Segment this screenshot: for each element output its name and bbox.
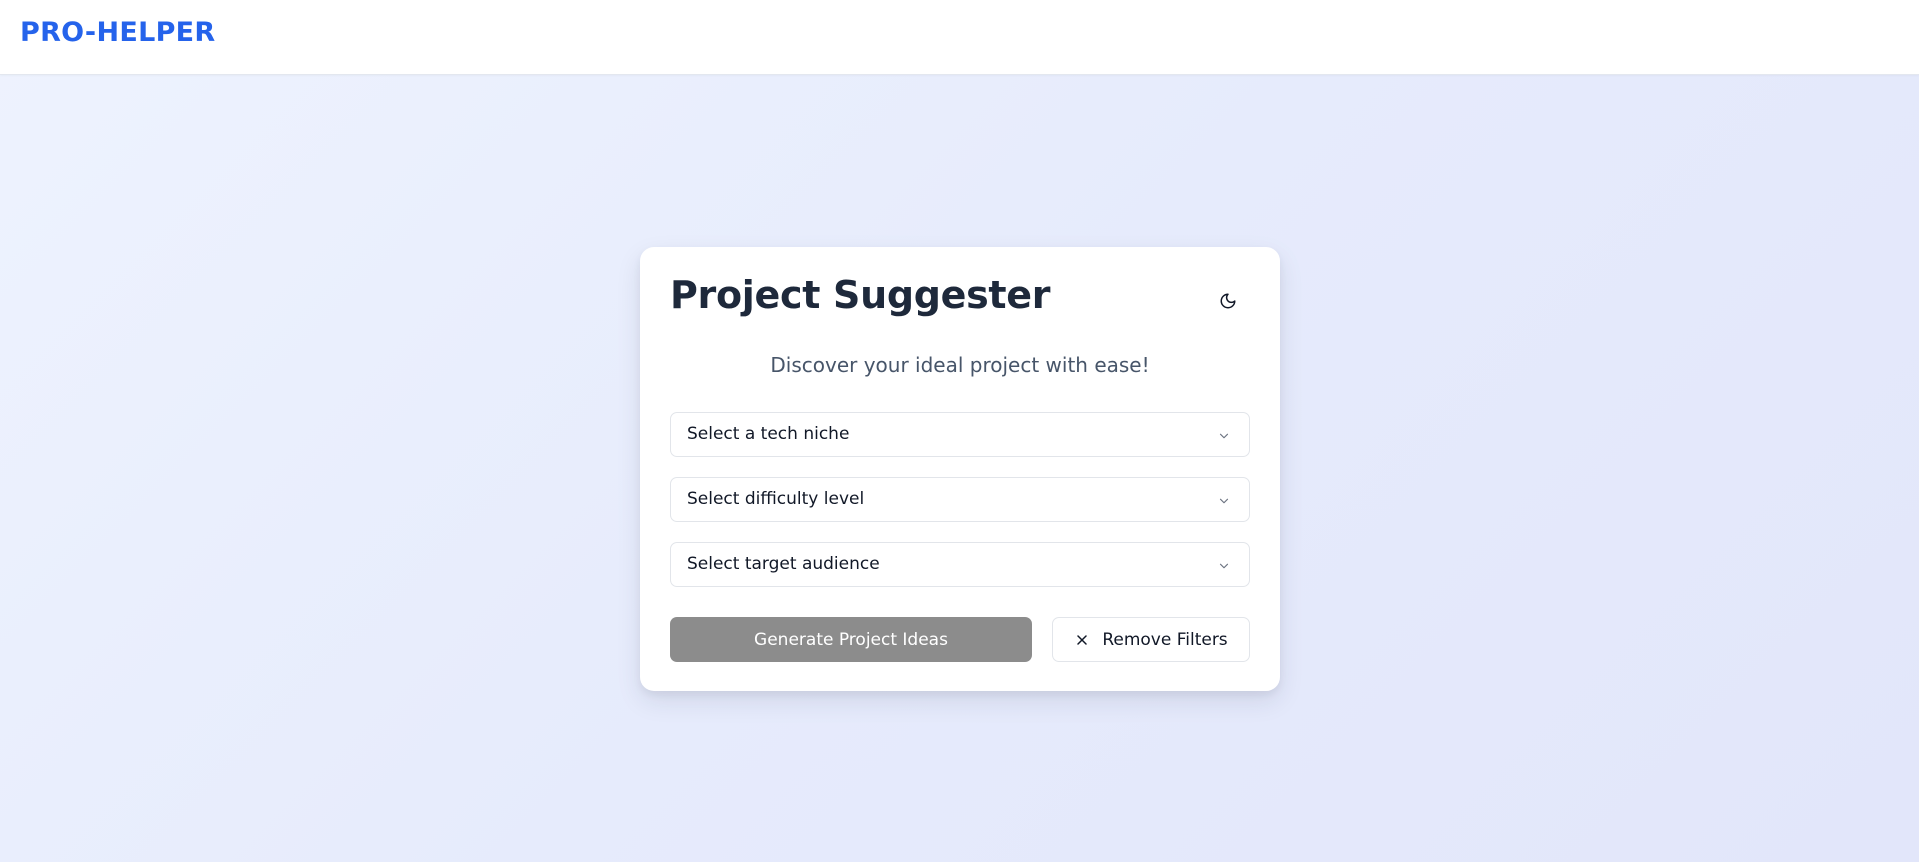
close-icon (1077, 634, 1088, 645)
moon-icon (1220, 293, 1236, 309)
chevron-down-icon (1219, 498, 1229, 504)
chevron-down-icon (1219, 563, 1229, 569)
generate-project-ideas-button[interactable]: Generate Project Ideas (670, 617, 1032, 662)
page-title: Project Suggester (670, 273, 1051, 317)
tech-niche-select-label: Select a tech niche (687, 424, 850, 444)
card-subtitle: Discover your ideal project with ease! (770, 353, 1150, 377)
difficulty-select[interactable]: Select difficulty level (670, 477, 1250, 522)
project-suggester-card: Project Suggester Discover your ideal pr… (640, 247, 1280, 691)
difficulty-select-label: Select difficulty level (687, 489, 865, 509)
theme-toggle-button[interactable] (1210, 283, 1246, 319)
remove-filters-button[interactable]: Remove Filters (1052, 617, 1250, 662)
audience-select[interactable]: Select target audience (670, 542, 1250, 587)
generate-button-label: Generate Project Ideas (754, 629, 948, 650)
app-logo[interactable]: PRO-HELPER (20, 17, 216, 48)
chevron-down-icon (1219, 433, 1229, 439)
top-navbar: PRO-HELPER (0, 0, 1919, 75)
audience-select-label: Select target audience (687, 554, 880, 574)
remove-filters-label: Remove Filters (1102, 629, 1228, 650)
tech-niche-select[interactable]: Select a tech niche (670, 412, 1250, 457)
